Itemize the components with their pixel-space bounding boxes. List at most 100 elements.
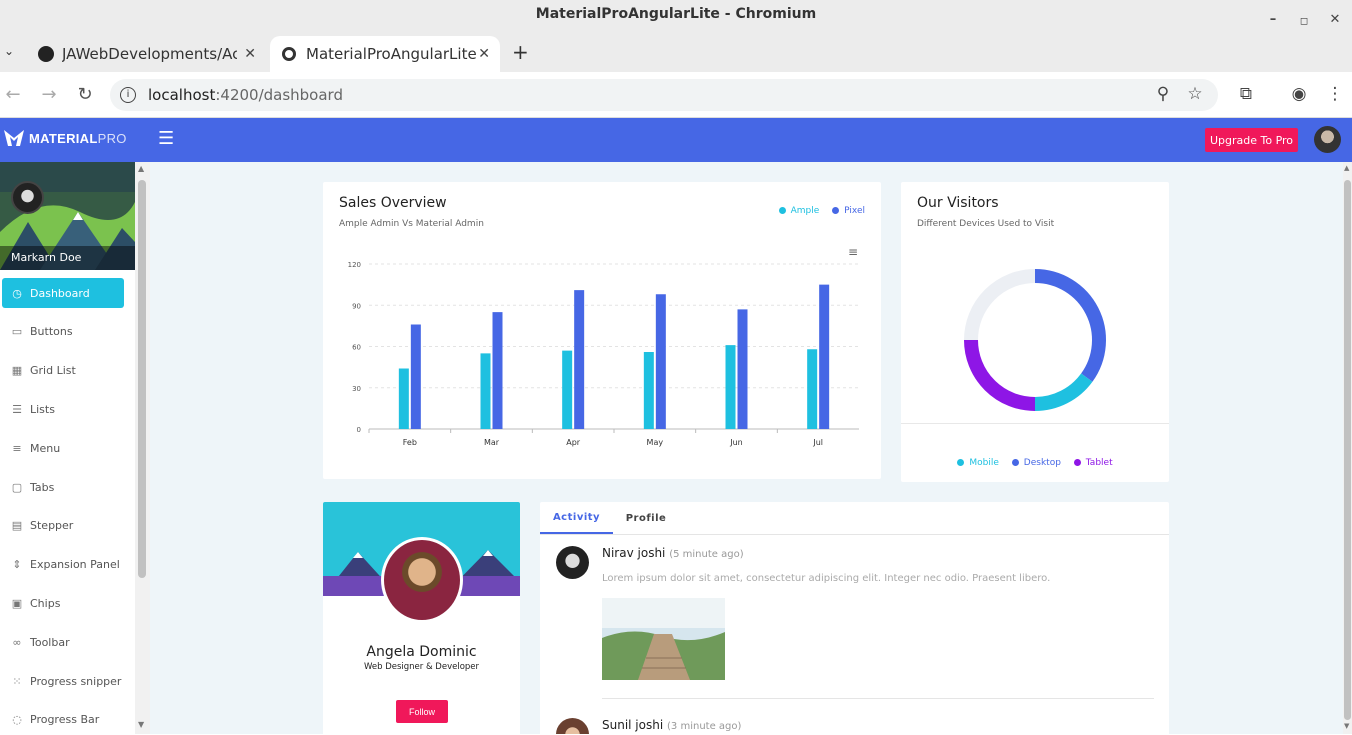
browser-tab-materialpro[interactable]: MaterialProAngularLite ✕	[270, 36, 500, 72]
app-topbar: MATERIAL PRO ☰ Upgrade To Pro	[0, 118, 1352, 162]
sidebar-item-toolbar[interactable]: ∞ Toolbar	[2, 627, 124, 657]
logo-icon	[4, 130, 24, 146]
url-host: localhost	[148, 86, 216, 104]
x-tick-label: Apr	[566, 438, 581, 447]
grid-icon: ▦	[11, 364, 23, 378]
profile-avatar[interactable]	[381, 537, 463, 623]
profile-name: Angela Dominic	[366, 644, 477, 660]
sidebar-item-stepper[interactable]: ▤ Stepper	[2, 511, 124, 541]
x-tick-label: Jun	[729, 438, 743, 447]
tab-profile[interactable]: Profile	[613, 502, 679, 534]
sales-title: Sales Overview	[339, 195, 447, 211]
y-tick-label: 90	[352, 302, 361, 310]
bar-ample-feb	[398, 368, 409, 429]
bar-pixel-may	[655, 294, 666, 429]
visitors-legend: Mobile Desktop Tablet	[901, 458, 1169, 468]
logo[interactable]: MATERIAL PRO	[4, 130, 127, 146]
sidebar-item-label: Tabs	[30, 480, 55, 494]
progress-icon: ◌	[12, 713, 22, 727]
sidebar-scroll-thumb[interactable]	[138, 180, 146, 578]
sidebar-item-tabs[interactable]: ▢ Tabs	[2, 472, 124, 502]
sidebar-avatar[interactable]	[11, 181, 44, 214]
follow-button[interactable]: Follow	[396, 700, 448, 723]
sidebar: Markarn Doe ◷ Dashboard ▭ Buttons ▦ Grid List…	[0, 162, 135, 734]
legend-tablet: Tablet	[1085, 458, 1113, 468]
scroll-down-icon[interactable]: ▼	[138, 720, 144, 729]
zoom-icon[interactable]: ⚲	[1152, 84, 1174, 104]
activity-time: (3 minute ago)	[667, 721, 742, 732]
donut-slice-mobile	[1034, 373, 1093, 411]
donut-slice-desktop	[1034, 269, 1106, 382]
browser-tab-github[interactable]: JAWebDevelopments/Ac ✕	[26, 36, 266, 72]
favicon-icon	[282, 47, 296, 61]
sidebar-item-progress-snipper[interactable]: ⁙ Progress snipper	[2, 666, 124, 696]
brand-light: PRO	[97, 130, 127, 146]
github-icon	[38, 46, 54, 62]
sidebar-item-progress-bar[interactable]: ◌ Progress Bar	[2, 705, 124, 735]
activity-user-name[interactable]: Nirav joshi	[602, 546, 665, 560]
back-icon[interactable]: ←	[2, 84, 24, 105]
profile-role: Web Designer & Developer	[363, 662, 480, 672]
tab-list-chevron-icon[interactable]: ⌄	[4, 44, 14, 58]
sidebar-user-name[interactable]: Markarn Doe	[0, 246, 135, 270]
user-avatar[interactable]	[1314, 126, 1341, 153]
sidebar-item-expansion-panel[interactable]: ⇕ Expansion Panel	[2, 550, 124, 580]
activity-entry-header: Nirav joshi (5 minute ago)	[602, 546, 744, 560]
sidebar-item-lists[interactable]: ☰ Lists	[2, 394, 124, 424]
activity-avatar[interactable]	[556, 718, 589, 734]
sidebar-item-label: Chips	[30, 596, 61, 610]
y-tick-label: 0	[357, 426, 361, 434]
scroll-up-icon[interactable]: ▲	[1344, 164, 1349, 172]
y-tick-label: 30	[352, 385, 361, 393]
sidebar-item-buttons[interactable]: ▭ Buttons	[2, 317, 124, 347]
bar-ample-jun	[725, 345, 736, 429]
sidebar-item-label: Progress Bar	[30, 713, 100, 727]
sidebar-item-grid-list[interactable]: ▦ Grid List	[2, 356, 124, 386]
more-menu-icon[interactable]: ⋮	[1324, 84, 1346, 104]
sidebar-item-menu[interactable]: ≡ Menu	[2, 433, 124, 463]
main-scroll-thumb[interactable]	[1344, 180, 1351, 720]
forward-icon[interactable]: →	[38, 84, 60, 105]
bar-ample-jul	[807, 349, 818, 429]
bar-ample-may	[643, 352, 654, 429]
url-path: :4200/dashboard	[215, 86, 343, 104]
address-bar[interactable]: i localhost:4200/dashboard	[110, 79, 1218, 111]
sidebar-item-label: Menu	[30, 441, 61, 455]
activity-photo[interactable]	[602, 598, 725, 680]
activity-entry-header: Sunil joshi (3 minute ago)	[602, 718, 741, 732]
bar-pixel-jun	[737, 309, 748, 429]
sidebar-item-dashboard[interactable]: ◷ Dashboard	[2, 278, 124, 308]
tab-label: JAWebDevelopments/Ac	[62, 45, 237, 63]
expansion-icon: ⇕	[12, 558, 22, 572]
sidebar-item-chips[interactable]: ▣ Chips	[2, 588, 124, 618]
bar-pixel-mar	[492, 312, 503, 429]
reload-icon[interactable]: ↻	[74, 84, 96, 105]
hamburger-menu-icon[interactable]: ☰	[158, 128, 174, 149]
scroll-up-icon[interactable]: ▲	[138, 164, 144, 173]
activity-avatar[interactable]	[556, 546, 589, 579]
visitors-card: Our Visitors Different Devices Used to V…	[901, 182, 1169, 482]
bookmark-star-icon[interactable]: ☆	[1184, 84, 1206, 104]
tab-activity[interactable]: Activity	[540, 502, 613, 534]
bar-pixel-feb	[410, 324, 421, 429]
sidebar-scrollbar[interactable]: ▲ ▼	[135, 162, 150, 734]
site-info-icon[interactable]: i	[120, 87, 136, 103]
close-tab-icon[interactable]: ✕	[478, 46, 490, 62]
sales-overview-card: Sales Overview Ample Admin Vs Material A…	[323, 182, 881, 479]
new-tab-icon[interactable]: +	[512, 40, 529, 64]
legend-ample: Ample	[790, 206, 820, 216]
main-scrollbar[interactable]: ▲ ▼	[1343, 162, 1352, 734]
scroll-down-icon[interactable]: ▼	[1344, 722, 1349, 730]
bar-pixel-apr	[574, 290, 585, 429]
sidebar-item-label: Expansion Panel	[30, 558, 120, 572]
close-tab-icon[interactable]: ✕	[244, 46, 256, 62]
window-title-bar: MaterialProAngularLite - Chromium – ◻ ✕	[0, 0, 1352, 30]
activity-user-name[interactable]: Sunil joshi	[602, 718, 663, 732]
x-tick-label: Jul	[812, 438, 823, 447]
spinner-icon: ⁙	[12, 674, 22, 688]
account-icon[interactable]: ◉	[1288, 84, 1310, 104]
sidebar-item-label: Stepper	[30, 519, 74, 533]
divider	[602, 698, 1154, 699]
upgrade-button[interactable]: Upgrade To Pro	[1205, 128, 1298, 152]
extensions-icon[interactable]: ⧉	[1235, 84, 1257, 104]
